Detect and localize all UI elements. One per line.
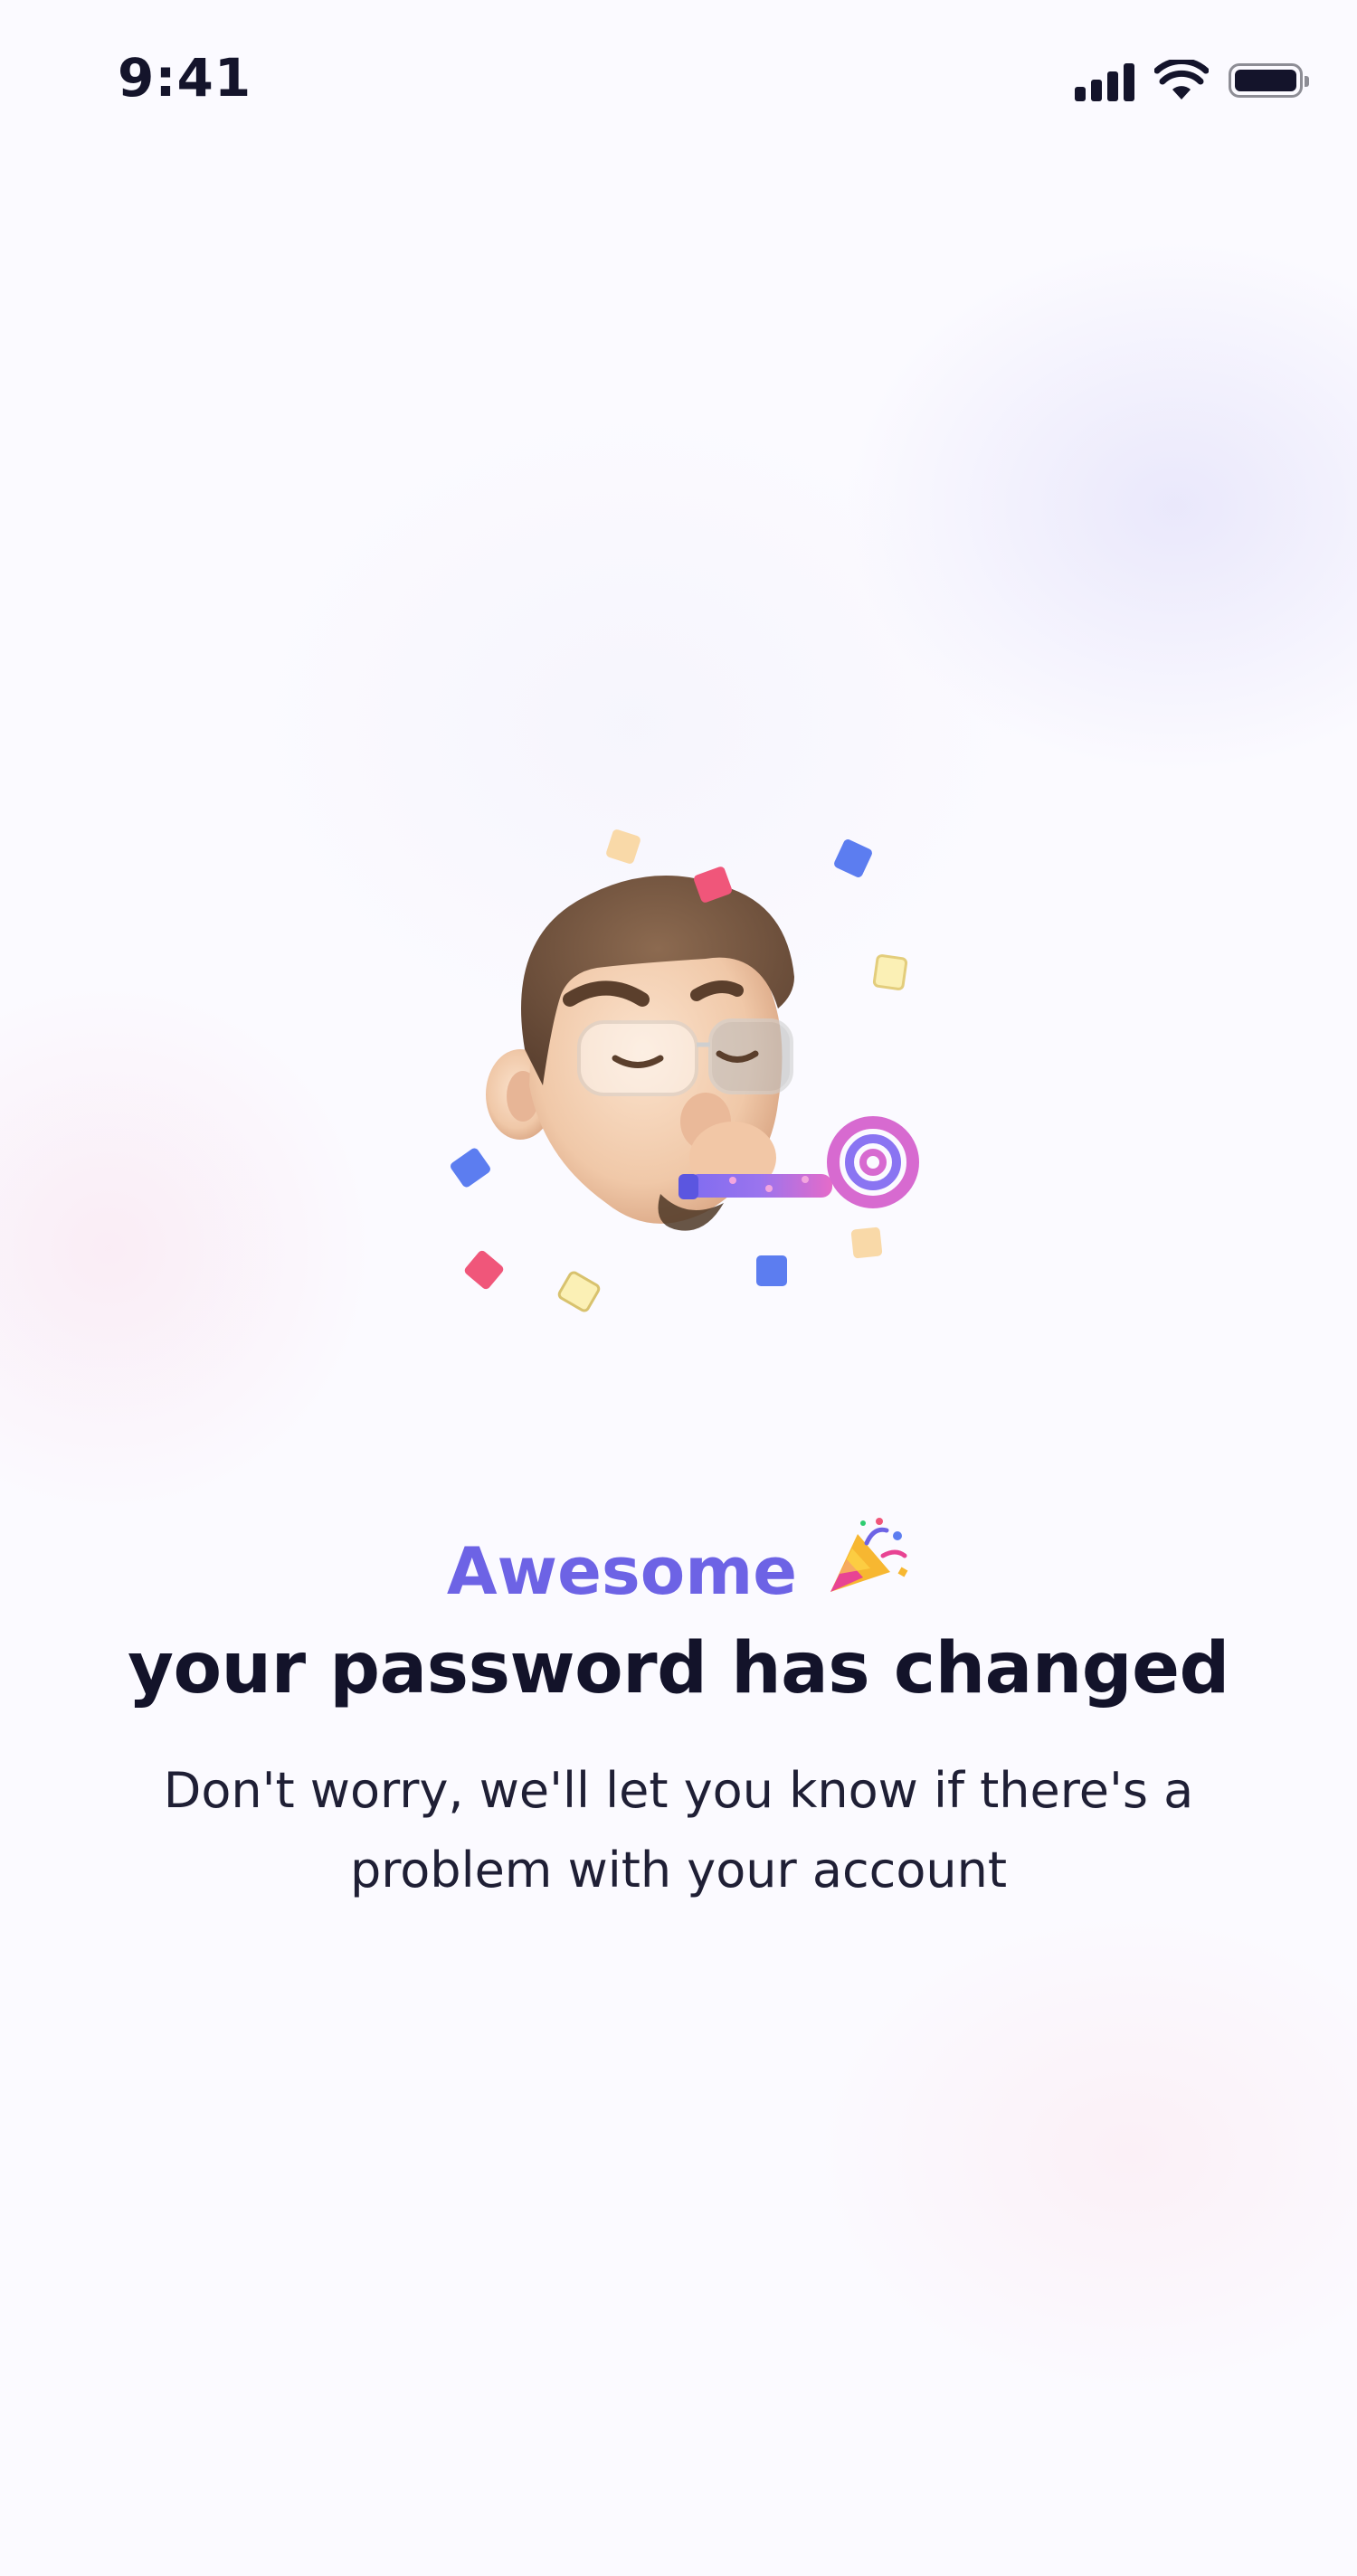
page-title: your password has changed bbox=[128, 1628, 1229, 1709]
headline-text: Awesome bbox=[446, 1533, 798, 1609]
signal-icon bbox=[1075, 60, 1134, 101]
status-bar: 9:41 bbox=[0, 0, 1357, 163]
status-icons bbox=[1075, 60, 1309, 101]
party-popper-icon bbox=[820, 1518, 910, 1615]
status-time: 9:41 bbox=[118, 47, 252, 109]
headline: Awesome bbox=[0, 1518, 1357, 1615]
party-memoji-illustration bbox=[451, 829, 919, 1312]
wifi-icon bbox=[1154, 60, 1209, 99]
battery-icon bbox=[1229, 63, 1309, 98]
description-text: Don't worry, we'll let you know if there… bbox=[163, 1762, 1194, 1899]
